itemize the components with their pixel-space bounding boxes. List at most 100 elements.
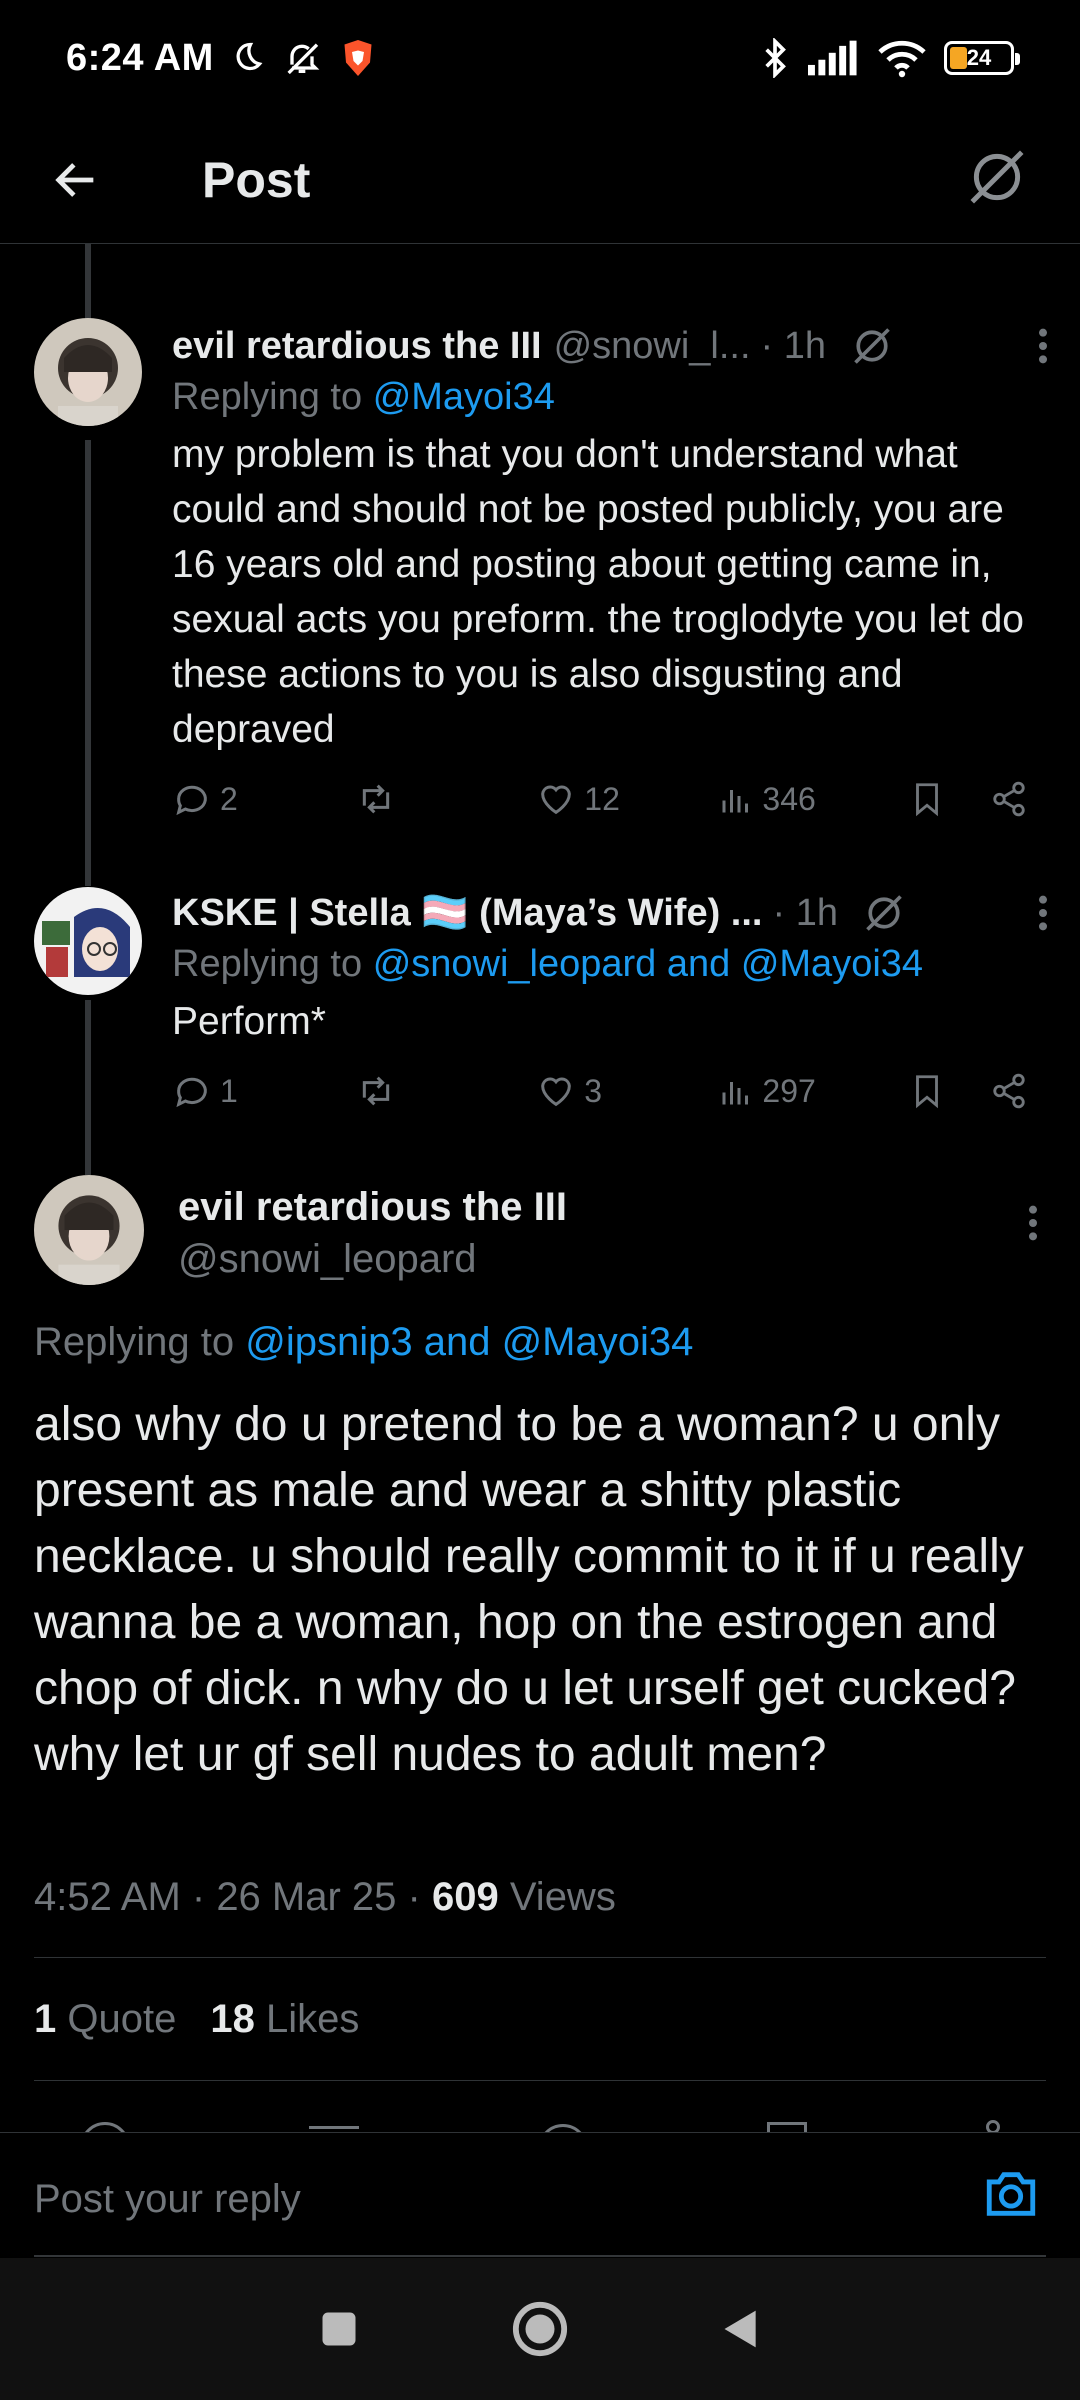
more-button[interactable] (1006, 326, 1050, 366)
more-button[interactable] (1026, 1203, 1040, 1248)
replying-to: Replying to @ipsnip3 and @Mayoi34 (34, 1320, 694, 1364)
reply-button[interactable]: 1 (172, 1071, 262, 1111)
grok-button[interactable] (964, 144, 1030, 215)
avatar-image (34, 318, 142, 426)
thread-line (85, 440, 91, 886)
timestamp[interactable]: · 1h (761, 325, 826, 368)
status-bar: 6:24 AM 24 (0, 0, 1080, 116)
action-bar: 2 12 346 (172, 771, 1028, 827)
heart-icon (541, 785, 572, 815)
quotes-stat[interactable]: 1 Quote (34, 1997, 176, 2042)
page-title: Post (202, 151, 311, 208)
arrow-left-icon[interactable] (50, 154, 102, 206)
heart-icon[interactable] (538, 2124, 588, 2132)
top-app-bar: Post (0, 116, 1080, 244)
camera-button[interactable] (982, 2165, 1040, 2228)
signal-icon (808, 40, 857, 76)
like-count: 3 (584, 1072, 603, 1109)
display-name[interactable]: KSKE | Stella 🏳️‍⚧️ (Maya’s Wife) ... (172, 891, 762, 935)
mention-link[interactable]: @snowi_leopard and @Mayoi34 (373, 943, 923, 985)
grok-icon (970, 150, 1024, 204)
post-text: also why do u pretend to be a woman? u o… (34, 1398, 1024, 1781)
retweet-icon (362, 784, 390, 814)
likes-stat[interactable]: 18 Likes (210, 1997, 359, 2042)
thread-line (85, 1000, 91, 1175)
like-count: 12 (584, 780, 620, 817)
view-count: 297 (762, 1072, 816, 1109)
bookmark-icon[interactable] (908, 779, 946, 819)
grok-icon (866, 895, 902, 931)
post-text: my problem is that you don't understand … (172, 433, 1024, 751)
share-icon[interactable] (990, 1071, 1028, 1111)
reply-button[interactable]: 2 (172, 779, 262, 819)
share-icon[interactable] (990, 779, 1028, 819)
reply-input[interactable]: Post your reply (34, 2177, 301, 2222)
grok-button[interactable] (850, 324, 894, 368)
timestamp[interactable]: · 1h (772, 892, 837, 935)
like-button[interactable]: 3 (536, 1071, 626, 1111)
views-icon (722, 790, 749, 813)
reply-icon[interactable] (80, 2122, 130, 2132)
recents-square-icon[interactable] (317, 2307, 361, 2351)
reply-count: 1 (220, 1072, 238, 1109)
share-icon[interactable] (986, 2120, 1000, 2132)
camera-icon (986, 2172, 1036, 2216)
brave-icon (344, 40, 372, 76)
more-button[interactable] (1006, 893, 1050, 933)
more-vertical-icon (1039, 895, 1047, 931)
view-count: 346 (762, 780, 816, 817)
views-button[interactable]: 346 (718, 779, 816, 819)
post-text: Perform* (172, 1000, 326, 1043)
post-meta: 4:52 AM · 26 Mar 25 · 609 Views (34, 1875, 616, 1919)
battery-icon: 24 (944, 41, 1020, 75)
avatar[interactable] (34, 318, 142, 426)
more-vertical-icon (1029, 1205, 1037, 1241)
mention-link[interactable]: @ipsnip3 and @Mayoi34 (245, 1320, 693, 1364)
grok-button[interactable] (862, 891, 906, 935)
divider (34, 1957, 1046, 1958)
status-time: 6:24 AM (66, 36, 214, 79)
action-bar: 1 3 297 (172, 1063, 1028, 1119)
post-stats: 1 Quote 18 Likes (34, 1997, 359, 2042)
bookmark-icon[interactable] (767, 2122, 807, 2132)
more-vertical-icon (1039, 328, 1047, 364)
reply-icon (176, 1077, 207, 1108)
divider (34, 2080, 1046, 2081)
bluetooth-icon (765, 38, 786, 78)
back-triangle-icon[interactable] (719, 2305, 763, 2353)
display-name[interactable]: evil retardious the III (178, 1185, 567, 1230)
post-time: 4:52 AM (34, 1875, 181, 1919)
views-count: 609 (431, 1875, 499, 1919)
retweet-icon (362, 1076, 390, 1106)
views-icon (722, 1082, 749, 1105)
reply-count: 2 (220, 780, 238, 817)
display-name[interactable]: evil retardious the III (172, 325, 542, 368)
trans-flag-emoji: 🏳️‍⚧️ (421, 892, 469, 934)
avatar-image (34, 887, 142, 995)
replying-to: Replying to @snowi_leopard and @Mayoi34 (172, 943, 924, 985)
home-circle-icon[interactable] (511, 2300, 569, 2358)
retweet-button[interactable] (354, 1071, 444, 1111)
system-nav-bar (0, 2258, 1080, 2400)
mention-link[interactable]: @Mayoi34 (373, 376, 555, 418)
bookmark-icon[interactable] (908, 1071, 946, 1111)
moon-icon (236, 42, 263, 71)
retweet-button[interactable] (354, 779, 444, 819)
grok-icon (854, 328, 890, 364)
replying-to: Replying to @Mayoi34 (172, 376, 555, 418)
avatar[interactable] (34, 887, 142, 995)
main-action-bar (0, 2116, 1080, 2132)
avatar-image (34, 1175, 144, 1285)
post-date: 26 Mar 25 (216, 1875, 397, 1919)
reply-composer: Post your reply (0, 2132, 1080, 2258)
reply-icon (176, 785, 207, 816)
views-button[interactable]: 297 (718, 1071, 816, 1111)
username[interactable]: @snowi_l... (554, 325, 751, 368)
wifi-icon (878, 40, 926, 78)
username[interactable]: @snowi_leopard (178, 1237, 477, 1282)
heart-icon (541, 1077, 572, 1107)
avatar[interactable] (34, 1175, 144, 1285)
notifications-off-icon (287, 43, 320, 75)
like-button[interactable]: 12 (536, 779, 626, 819)
battery-level: 24 (966, 45, 992, 70)
